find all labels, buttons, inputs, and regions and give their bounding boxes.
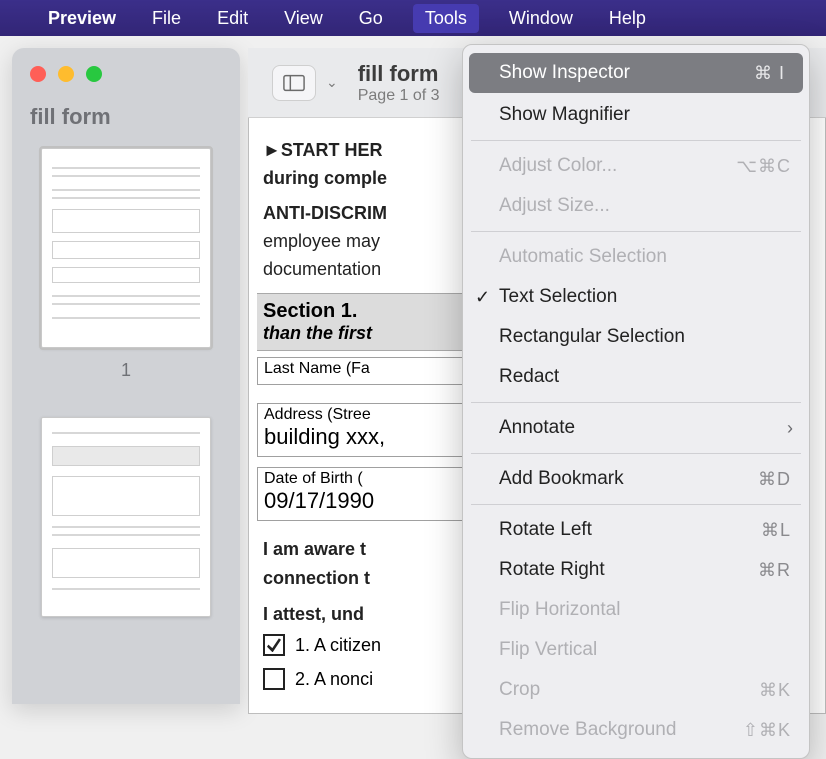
document-title-group: fill form Page 1 of 3 [358,61,440,105]
menu-item-annotate[interactable]: Annotate› [463,408,809,448]
menu-item-adjust-size: Adjust Size... [463,186,809,226]
menubar-item-view[interactable]: View [278,4,329,33]
menu-separator [471,140,801,141]
menu-item-crop: Crop⌘K [463,670,809,710]
thumbnail-page-1[interactable] [41,148,211,348]
menu-item-show-inspector[interactable]: Show Inspector⌘ I [469,53,803,93]
window-controls [12,48,240,94]
menubar-item-go[interactable]: Go [353,4,389,33]
menu-item-flip-vertical: Flip Vertical [463,630,809,670]
menu-separator [471,504,801,505]
menu-item-text-selection[interactable]: ✓ Text Selection [463,277,809,317]
menu-separator [471,231,801,232]
checkbox-label: 1. A citizen [295,635,381,656]
menubar-item-help[interactable]: Help [603,4,652,33]
document-subtitle: Page 1 of 3 [358,87,440,105]
menubar: Preview File Edit View Go Tools Window H… [0,0,826,36]
checkmark-icon: ✓ [475,287,490,308]
menu-item-show-magnifier[interactable]: Show Magnifier [463,95,809,135]
menubar-item-edit[interactable]: Edit [211,4,254,33]
field-label: Address (Stree [264,406,371,423]
menu-item-rotate-left[interactable]: Rotate Left⌘L [463,510,809,550]
menu-item-flip-horizontal: Flip Horizontal [463,590,809,630]
checkbox-icon[interactable] [263,634,285,656]
menu-item-remove-background: Remove Background⇧⌘K [463,710,809,750]
sidebar-title: fill form [12,94,240,148]
menubar-item-preview[interactable]: Preview [42,4,122,33]
menubar-item-file[interactable]: File [146,4,187,33]
chevron-right-icon: › [787,418,793,439]
menu-item-add-bookmark[interactable]: Add Bookmark⌘D [463,459,809,499]
menu-item-automatic-selection: Automatic Selection [463,237,809,277]
thumbnail-list: 1 [12,148,240,617]
menubar-item-tools[interactable]: Tools [413,4,479,33]
sidebar-window: fill form 1 [12,48,240,704]
field-label: Last Name (Fa [264,360,370,377]
checkbox-icon[interactable] [263,668,285,690]
menu-separator [471,453,801,454]
close-button[interactable] [30,66,46,82]
tools-menu: Show Inspector⌘ I Show Magnifier Adjust … [462,44,810,759]
menu-item-rectangular-selection[interactable]: Rectangular Selection [463,317,809,357]
minimize-button[interactable] [58,66,74,82]
maximize-button[interactable] [86,66,102,82]
menu-item-adjust-color: Adjust Color...⌥⌘C [463,146,809,186]
thumbnail-page-2[interactable] [41,417,211,617]
sidebar-toggle-button[interactable] [272,65,316,101]
menu-item-redact[interactable]: Redact [463,357,809,397]
menu-item-rotate-right[interactable]: Rotate Right⌘R [463,550,809,590]
menubar-item-window[interactable]: Window [503,4,579,33]
thumbnail-page-number: 1 [121,360,131,381]
document-title: fill form [358,61,440,87]
chevron-down-icon[interactable]: ⌄ [326,74,338,91]
checkbox-label: 2. A nonci [295,669,373,690]
menu-separator [471,402,801,403]
field-label: Date of Birth ( [264,470,363,487]
